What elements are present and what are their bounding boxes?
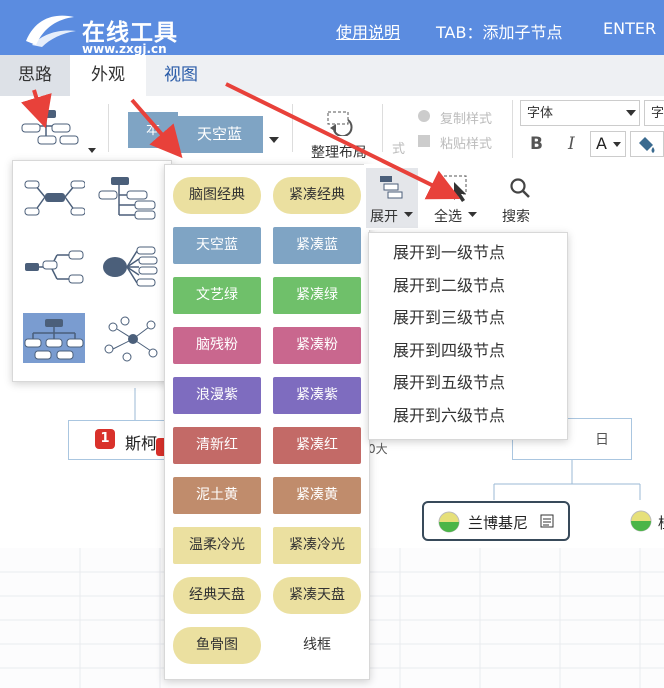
fill-color-button[interactable] (630, 131, 664, 157)
node-lamborghini-text: 兰博基尼 (468, 514, 529, 532)
chevron-down-icon (613, 142, 621, 147)
theme-option[interactable]: 泥土黄 (173, 477, 261, 514)
font-color-label: A (596, 134, 607, 153)
search-icon (510, 178, 530, 198)
select-all-button[interactable]: 全选 (428, 168, 488, 228)
divider (292, 104, 293, 152)
theme-option[interactable]: 紧凑黄 (273, 477, 361, 514)
paint-bucket-icon (639, 137, 655, 153)
expand-level-item[interactable]: 展开到二级节点 (369, 270, 565, 302)
divider (382, 104, 383, 152)
node-far-right: 桂 (658, 512, 664, 533)
font-family-value: 字体 (527, 106, 554, 121)
theme-option[interactable]: 紧凑蓝 (273, 227, 361, 264)
font-color-button[interactable]: A (590, 131, 626, 157)
node-left-text: 斯柯 (125, 434, 158, 453)
layout-menu (12, 160, 172, 382)
chevron-down-icon (468, 212, 477, 217)
expand-level-item[interactable]: 展开到五级节点 (369, 367, 565, 399)
theme-option[interactable]: 紧凑紫 (273, 377, 361, 414)
paste-style-icon (418, 135, 430, 147)
expand-button[interactable]: 展开 (366, 168, 418, 228)
select-all-label: 全选 (434, 209, 462, 225)
tab-hint: TAB：添加子节点 (436, 23, 563, 42)
bold-button[interactable]: B (530, 134, 543, 154)
layout-org-icon (24, 319, 84, 360)
divider (108, 104, 109, 152)
search-button[interactable]: 搜索 (496, 168, 546, 228)
theme-option[interactable]: 天空蓝 (173, 227, 261, 264)
select-all-icon (443, 175, 467, 202)
layout-button[interactable] (18, 104, 100, 156)
layout-mindmap-icon[interactable] (23, 173, 85, 223)
font-family-select[interactable]: 字体 (520, 100, 640, 126)
help-link[interactable]: 使用说明 (336, 19, 400, 43)
arrange-layout-icon (327, 111, 353, 136)
theme-option[interactable]: 脑残粉 (173, 327, 261, 364)
progress-icon (630, 510, 652, 532)
logo-swoosh-icon (26, 15, 76, 47)
theme-option[interactable]: 经典天盘 (173, 577, 261, 614)
expand-icon (380, 176, 403, 199)
tab-waiguan[interactable]: 外观 (70, 55, 146, 96)
layout-fishbone-icon[interactable] (97, 243, 159, 293)
theme-option[interactable]: 清新红 (173, 427, 261, 464)
theme-option[interactable]: 紧凑红 (273, 427, 361, 464)
theme-preview-back[interactable]: 本 (128, 112, 178, 148)
tab-shitu[interactable]: 视图 (146, 55, 216, 96)
sidebar-partial-label: 式 (392, 142, 406, 157)
enter-hint: ENTER (603, 19, 657, 38)
theme-option[interactable]: 温柔冷光 (173, 527, 261, 564)
theme-dropdown-icon[interactable] (268, 136, 280, 144)
note-icon (540, 514, 554, 528)
expand-level-item[interactable]: 展开到六级节点 (369, 400, 565, 432)
node-lamborghini[interactable]: 兰博基尼 (422, 501, 570, 541)
chevron-down-icon (404, 212, 413, 217)
expand-label: 展开 (370, 209, 398, 225)
search-label: 搜索 (502, 209, 530, 225)
paste-style-label[interactable]: 粘贴样式 (440, 133, 492, 152)
node-partial-mid: 0大 (368, 442, 388, 456)
logo[interactable]: 在线工具 www.zxgj.cn (22, 9, 202, 56)
node-right-partial: 日 (595, 432, 609, 448)
theme-option[interactable]: 紧凑粉 (273, 327, 361, 364)
expand-menu: 展开到一级节点 展开到二级节点 展开到三级节点 展开到四级节点 展开到五级节点 展开到六级… (368, 232, 568, 440)
theme-option[interactable]: 脑图经典 (173, 177, 261, 214)
layout-icon (21, 110, 96, 153)
layout-logic-icon[interactable] (23, 243, 85, 293)
theme-option[interactable]: 鱼骨图 (173, 627, 261, 664)
theme-back-label: 本 (146, 122, 160, 138)
theme-current-button[interactable]: 天空蓝 (176, 116, 263, 153)
layout-bubble-icon[interactable] (97, 313, 159, 363)
divider (512, 100, 513, 158)
theme-menu: 脑图经典 紧凑经典 天空蓝 紧凑蓝 文艺绿 紧凑绿 脑残粉 紧凑粉 浪漫紫 紧凑紫 清新红 紧凑红 泥土… (164, 164, 370, 680)
expand-level-item[interactable]: 展开到一级节点 (369, 237, 565, 269)
chevron-down-icon (626, 110, 636, 116)
theme-option[interactable]: 紧凑绿 (273, 277, 361, 314)
italic-button[interactable]: I (568, 134, 575, 154)
copy-style-label[interactable]: 复制样式 (440, 108, 492, 127)
tab-silu[interactable]: 思路 (0, 55, 70, 96)
font-size-select[interactable]: 字 (644, 100, 664, 126)
theme-option[interactable]: 紧凑经典 (273, 177, 361, 214)
copy-style-icon (418, 110, 430, 122)
progress-icon (438, 511, 460, 533)
logo-url: www.zxgj.cn (82, 42, 167, 56)
theme-option[interactable]: 文艺绿 (173, 277, 261, 314)
font-size-value: 字 (651, 106, 664, 121)
priority-badge: 1 (95, 429, 115, 449)
expand-level-item[interactable]: 展开到三级节点 (369, 302, 565, 334)
layout-org-selected[interactable] (23, 313, 85, 363)
theme-option[interactable]: 线框 (273, 627, 361, 664)
theme-option[interactable]: 紧凑冷光 (273, 527, 361, 564)
theme-option[interactable]: 紧凑天盘 (273, 577, 361, 614)
theme-option[interactable]: 浪漫紫 (173, 377, 261, 414)
expand-level-item[interactable]: 展开到四级节点 (369, 335, 565, 367)
layout-tree-icon[interactable] (97, 173, 159, 223)
